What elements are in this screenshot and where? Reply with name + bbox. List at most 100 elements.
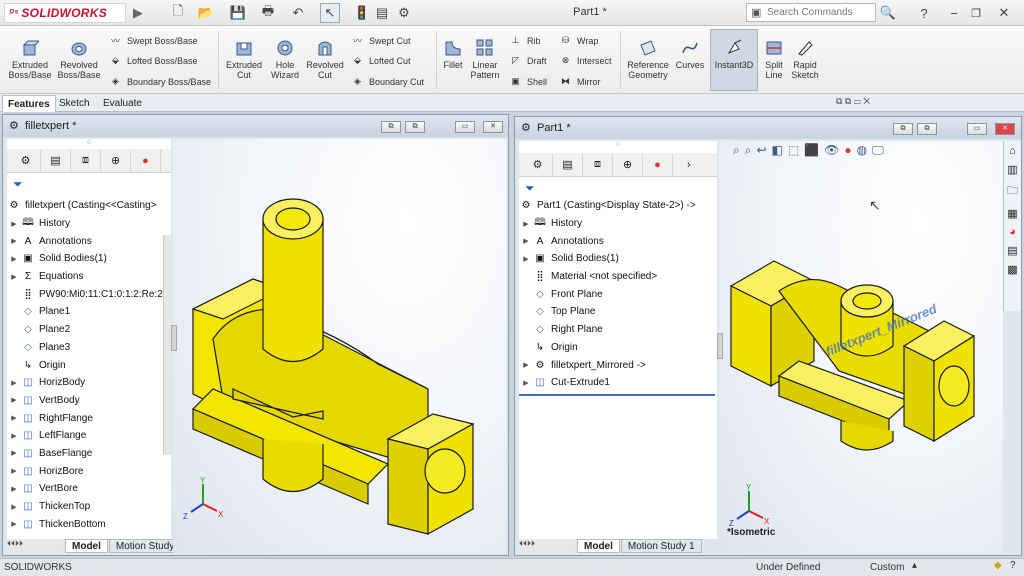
help-icon[interactable]: ? bbox=[914, 3, 934, 23]
open-folder-icon[interactable]: 📂 bbox=[196, 3, 216, 23]
tree-root[interactable]: ⚙ Part1 (Casting<Display State-2>) -> bbox=[519, 197, 717, 215]
tile-right-icon[interactable]: ⧉ bbox=[405, 121, 425, 133]
configuration-manager-tab-icon[interactable]: ⧈ bbox=[71, 149, 101, 172]
hole-wizard-button[interactable]: Hole Wizard bbox=[266, 38, 304, 80]
tree-root[interactable]: ⚙ filletxpert (Casting<<Casting> bbox=[7, 197, 171, 215]
previous-view-icon[interactable]: ↩ bbox=[756, 143, 766, 158]
tree-item-leftflange[interactable]: ▶ ◫ LeftFlange bbox=[7, 427, 171, 445]
tab-motion-study[interactable]: Motion Study 1 bbox=[620, 539, 702, 553]
background-window-controls[interactable]: ⧉ ⧉ ▭ ✕ bbox=[836, 96, 870, 107]
tree-scrollbar[interactable] bbox=[163, 235, 171, 455]
tree-item-annotations[interactable]: ▶ A Annotations bbox=[7, 232, 171, 250]
tree-item-thickenbottom[interactable]: ▶ ◫ ThickenBottom bbox=[7, 515, 171, 533]
tree-item-plane3[interactable]: ◇ Plane3 bbox=[7, 339, 171, 357]
appearances-icon[interactable]: ◕ bbox=[1009, 226, 1016, 238]
filter-icon[interactable]: ⏷ bbox=[13, 177, 23, 192]
draft-button[interactable]: ◸ Draft bbox=[508, 53, 546, 68]
swept-boss-button[interactable]: 〰 Swept Boss/Base bbox=[108, 33, 198, 48]
tree-item-solid-bodies-1[interactable]: ▶ ▣ Solid Bodies(1) bbox=[519, 250, 717, 268]
display-manager-tab-icon[interactable]: ● bbox=[643, 153, 673, 176]
property-manager-tab-icon[interactable]: ▤ bbox=[41, 149, 71, 172]
dimxpert-manager-tab-icon[interactable]: ⊕ bbox=[613, 153, 643, 176]
design-library-icon[interactable]: ▥ bbox=[1007, 163, 1017, 176]
tile-left-icon[interactable]: ⧉ bbox=[381, 121, 401, 133]
dimxpert-manager-tab-icon[interactable]: ⊕ bbox=[101, 149, 131, 172]
tree-item-material-not-specified[interactable]: ⣿ Material <not specified> bbox=[519, 268, 717, 286]
revolved-cut-button[interactable]: Revolved Cut bbox=[304, 38, 346, 80]
panel-grip[interactable]: ○ bbox=[519, 141, 717, 150]
tree-item-front-plane[interactable]: ◇ Front Plane bbox=[519, 285, 717, 303]
tab-sketch[interactable]: Sketch bbox=[54, 95, 95, 112]
filter-icon[interactable]: ⏷ bbox=[525, 181, 535, 196]
tree-item-annotations[interactable]: ▶ A Annotations bbox=[519, 232, 717, 250]
apply-scene-icon[interactable]: ◍ bbox=[857, 143, 867, 158]
rollback-bar[interactable] bbox=[519, 393, 715, 396]
expand-arrow-icon[interactable]: ▶ bbox=[7, 467, 21, 475]
options-gear-icon[interactable]: ⚙ bbox=[394, 3, 414, 23]
expand-arrow-icon[interactable]: ▶ bbox=[7, 485, 21, 493]
expand-arrow-icon[interactable]: ▶ bbox=[519, 220, 533, 228]
display-manager-tab-icon[interactable]: ● bbox=[131, 149, 161, 172]
zoom-to-area-icon[interactable]: ⌕ bbox=[745, 143, 752, 158]
solidworks-resources-icon[interactable]: ⌂ bbox=[1009, 145, 1016, 157]
save-icon[interactable]: 💾 bbox=[228, 3, 248, 23]
rapid-sketch-button[interactable]: Rapid Sketch bbox=[788, 38, 822, 80]
tree-item-vertbore[interactable]: ▶ ◫ VertBore bbox=[7, 480, 171, 498]
tree-item-horizbody[interactable]: ▶ ◫ HorizBody bbox=[7, 374, 171, 392]
close-window-icon[interactable]: ✕ bbox=[995, 123, 1015, 135]
configuration-manager-tab-icon[interactable]: ⧈ bbox=[583, 153, 613, 176]
tree-item-solid-bodies-1[interactable]: ▶ ▣ Solid Bodies(1) bbox=[7, 250, 171, 268]
tree-item-vertbody[interactable]: ▶ ◫ VertBody bbox=[7, 392, 171, 410]
solidworks-forum-icon[interactable]: ▩ bbox=[1007, 263, 1017, 276]
expand-arrow-icon[interactable]: ▶ bbox=[7, 396, 21, 404]
close-icon[interactable]: ✕ bbox=[994, 3, 1014, 23]
tile-left-icon[interactable]: ⧉ bbox=[893, 123, 913, 135]
extruded-cut-button[interactable]: Extruded Cut bbox=[222, 38, 266, 80]
split-line-button[interactable]: Split Line bbox=[760, 38, 788, 80]
expand-arrow-icon[interactable]: ▶ bbox=[7, 520, 21, 528]
rib-button[interactable]: ⊥ Rib bbox=[508, 33, 541, 48]
reference-geometry-button[interactable]: Reference Geometry bbox=[624, 38, 672, 80]
linear-pattern-button[interactable]: Linear Pattern bbox=[466, 38, 504, 80]
tree-item-horizbore[interactable]: ▶ ◫ HorizBore bbox=[7, 462, 171, 480]
restore-icon[interactable]: ❐ bbox=[966, 3, 986, 23]
tree-item-thickentop[interactable]: ▶ ◫ ThickenTop bbox=[7, 498, 171, 516]
status-units[interactable]: Custom bbox=[870, 562, 904, 573]
expand-arrow-icon[interactable]: ▶ bbox=[7, 237, 21, 245]
property-manager-tab-icon[interactable]: ▤ bbox=[553, 153, 583, 176]
rebuild-status-icon[interactable]: ◆ bbox=[994, 560, 1002, 571]
curves-button[interactable]: Curves bbox=[674, 38, 706, 70]
rebuild-icon[interactable]: 🚦 bbox=[352, 3, 372, 23]
tab-model[interactable]: Model bbox=[577, 539, 620, 553]
file-properties-icon[interactable]: ▤ bbox=[372, 3, 392, 23]
tree-item-top-plane[interactable]: ◇ Top Plane bbox=[519, 303, 717, 321]
minimize-icon[interactable]: − bbox=[944, 3, 964, 23]
expand-arrow-icon[interactable]: ▶ bbox=[7, 432, 21, 440]
search-magnifier-icon[interactable]: 🔍 bbox=[878, 3, 898, 23]
fillet-button[interactable]: Fillet bbox=[440, 38, 466, 70]
tree-item-plane2[interactable]: ◇ Plane2 bbox=[7, 321, 171, 339]
solidworks-logo[interactable]: ᴰˢ SOLIDWORKS bbox=[4, 3, 126, 23]
mirror-button[interactable]: ⧓ Mirror bbox=[558, 74, 601, 89]
tree-item-filletxpert-mirrored[interactable]: ▶ ⚙ filletxpert_Mirrored -> bbox=[519, 356, 717, 374]
hide-show-items-icon[interactable]: 👁 bbox=[824, 143, 839, 158]
tab-evaluate[interactable]: Evaluate bbox=[98, 95, 147, 112]
lofted-boss-button[interactable]: ⬙ Lofted Boss/Base bbox=[108, 53, 198, 68]
expand-arrow-icon[interactable]: ▶ bbox=[7, 414, 21, 422]
tab-model[interactable]: Model bbox=[65, 539, 108, 553]
tree-item-history[interactable]: ▶ 🕮 History bbox=[519, 215, 717, 233]
revolved-boss-button[interactable]: Revolved Boss/Base bbox=[56, 38, 102, 80]
extruded-boss-button[interactable]: Extruded Boss/Base bbox=[6, 38, 54, 80]
tile-right-icon[interactable]: ⧉ bbox=[917, 123, 937, 135]
expand-arrow-icon[interactable]: ▶ bbox=[7, 273, 21, 281]
chevron-right-icon[interactable]: › bbox=[687, 159, 691, 171]
maximize-icon[interactable]: ▭ bbox=[967, 123, 987, 135]
feature-manager-tab-icon[interactable]: ⚙ bbox=[523, 153, 553, 176]
expand-arrow-icon[interactable]: ▶ bbox=[7, 379, 21, 387]
tree-item-pw90-mi0-11-c1-0-1-2-re-2[interactable]: ⣿ PW90:Mi0:11:C1:0:1:2:Re:2 bbox=[7, 285, 171, 303]
view-settings-icon[interactable]: 🖵 bbox=[872, 143, 884, 158]
help-status-icon[interactable]: ? bbox=[1010, 560, 1016, 571]
expand-arrow-icon[interactable]: ▶ bbox=[7, 503, 21, 511]
panel-grip[interactable]: ○ bbox=[7, 139, 171, 148]
tree-item-rightflange[interactable]: ▶ ◫ RightFlange bbox=[7, 409, 171, 427]
